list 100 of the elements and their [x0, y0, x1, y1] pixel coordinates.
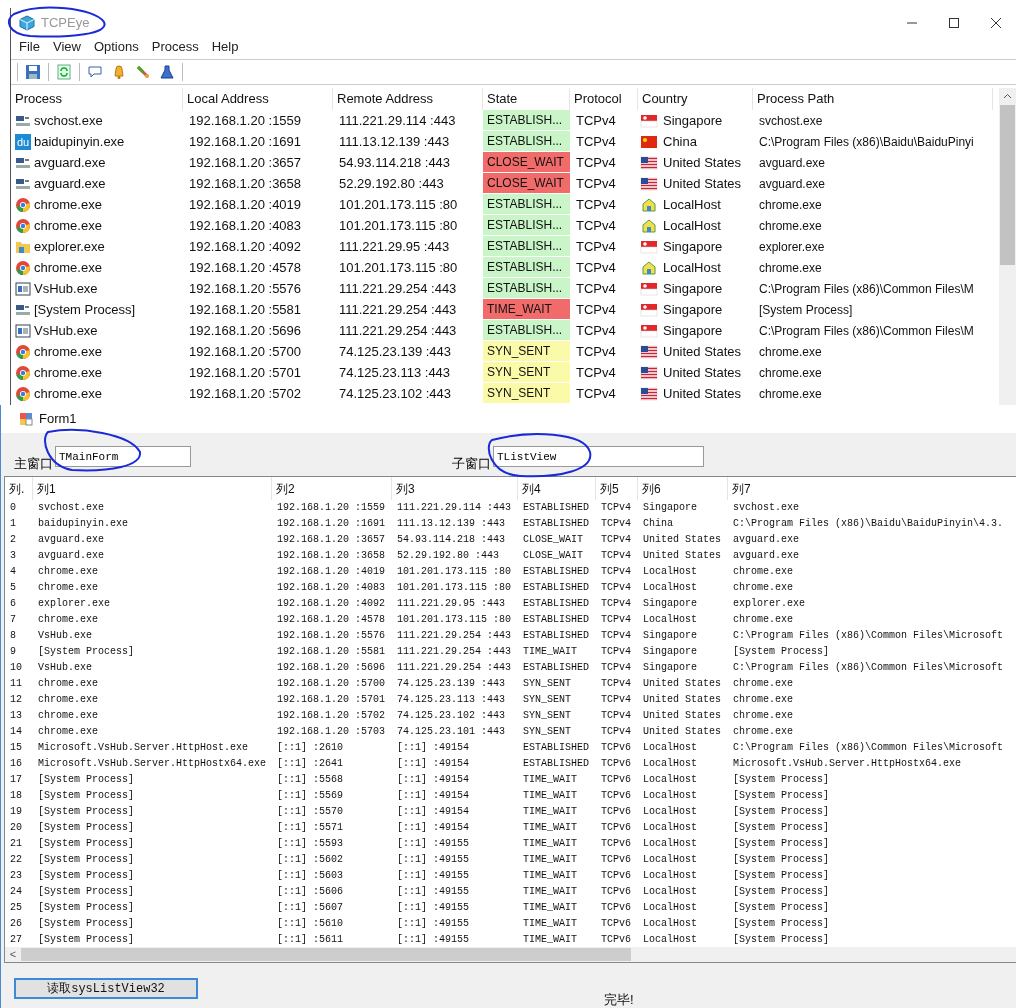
- table-cell-text: TCPv6: [600, 917, 632, 931]
- table-cell-text: TCPv4: [600, 725, 632, 739]
- table-cell-text: TCPv4: [600, 629, 632, 643]
- process-name: chrome.exe: [34, 258, 102, 277]
- table-cell-text: TCPv6: [600, 773, 632, 787]
- column-header[interactable]: Remote Address: [333, 88, 483, 110]
- scrollbar-thumb[interactable]: [1000, 105, 1015, 265]
- table-cell-text: LocalHost: [642, 837, 698, 851]
- process-name: VsHub.exe: [34, 321, 98, 340]
- table-cell-text: [::1] :49154: [396, 741, 470, 755]
- column-header[interactable]: Local Address: [183, 88, 333, 110]
- table-cell-text: 101.201.173.115 :80: [338, 216, 459, 235]
- table-cell-text: TCPv4: [575, 111, 617, 130]
- state-cell: ESTABLISH...: [483, 131, 570, 152]
- country-name: United States: [663, 174, 742, 193]
- bell-icon: [111, 64, 127, 80]
- table-cell-text: TCPv6: [600, 901, 632, 915]
- column-header[interactable]: Country: [638, 88, 753, 110]
- table-cell-text: 3: [9, 549, 17, 563]
- flask-button[interactable]: [158, 63, 176, 81]
- column-header[interactable]: 列3: [392, 477, 518, 500]
- table-cell-text: svchost.exe: [732, 501, 800, 515]
- menu-item[interactable]: Process: [151, 37, 199, 57]
- table-cell-text: 111.221.29.254 :443: [338, 300, 458, 319]
- table-cell-text: chrome.exe: [758, 196, 823, 214]
- table-cell-text: 74.125.23.139 :443: [396, 677, 507, 691]
- table-cell-text: LocalHost: [642, 885, 698, 899]
- save-icon: [25, 64, 41, 80]
- table-cell-text: chrome.exe: [732, 709, 794, 723]
- column-header[interactable]: Protocol: [570, 88, 638, 110]
- table-cell-text: ESTABLISHED: [522, 629, 590, 643]
- state-cell: TIME_WAIT: [483, 299, 570, 320]
- column-header[interactable]: 列.: [5, 477, 33, 500]
- scrollbar-thumb[interactable]: [21, 948, 631, 961]
- table-cell-text: 192.168.1.20 :3657: [188, 153, 303, 172]
- table-cell-text: TCPv4: [575, 300, 617, 319]
- table-cell-text: TCPv6: [600, 789, 632, 803]
- flag-icon: [640, 302, 658, 317]
- table-cell-text: chrome.exe: [732, 725, 794, 739]
- table-cell-text: 111.221.29.95 :443: [338, 237, 451, 256]
- table-cell-text: TCPv4: [575, 153, 617, 172]
- table-cell-text: 15: [9, 741, 23, 755]
- table-cell-text: 111.13.12.139 :443: [338, 132, 451, 151]
- table-cell-text: [::1] :5568: [276, 773, 344, 787]
- text-field[interactable]: TListView: [493, 446, 704, 467]
- table-cell-text: chrome.exe: [758, 364, 823, 382]
- chrome-icon: [15, 217, 31, 234]
- table-cell-text: 192.168.1.20 :4083: [188, 216, 303, 235]
- menu-item[interactable]: Help: [211, 37, 239, 57]
- column-header[interactable]: 列2: [272, 477, 392, 500]
- table-cell-text: LocalHost: [642, 741, 698, 755]
- menu-item[interactable]: Options: [93, 37, 139, 57]
- table-cell-text: Singapore: [642, 645, 698, 659]
- column-header[interactable]: Process: [11, 88, 183, 110]
- table-cell-text: chrome.exe: [37, 581, 99, 595]
- table-cell-text: 52.29.192.80 :443: [396, 549, 501, 563]
- column-header[interactable]: 列4: [518, 477, 596, 500]
- column-header[interactable]: Process Path: [753, 88, 993, 110]
- menu-item[interactable]: File: [19, 37, 40, 57]
- column-header[interactable]: 列6: [638, 477, 728, 500]
- process-name: [System Process]: [34, 300, 136, 319]
- table-cell-text: TCPv4: [575, 216, 617, 235]
- refresh-button[interactable]: [55, 63, 73, 81]
- table-cell-text: TIME_WAIT: [522, 885, 578, 899]
- flag-icon: [640, 155, 658, 170]
- table-cell-text: chrome.exe: [37, 565, 99, 579]
- table-cell-text: TIME_WAIT: [522, 789, 578, 803]
- table-cell-text: 101.201.173.115 :80: [338, 195, 459, 214]
- table-cell-text: chrome.exe: [37, 613, 99, 627]
- column-header[interactable]: 列7: [728, 477, 1016, 500]
- table-cell-text: United States: [642, 533, 722, 547]
- flag-icon: [640, 134, 658, 149]
- save-button[interactable]: [24, 63, 42, 81]
- state-cell: SYN_SENT: [483, 341, 570, 362]
- column-header[interactable]: 列1: [33, 477, 272, 500]
- table-cell-text: [System Process]: [37, 821, 135, 835]
- flag-icon: [640, 344, 658, 359]
- table-cell-text: 6: [9, 597, 17, 611]
- table-cell-text: Microsoft.VsHub.Server.HttpHostx64.exe: [732, 757, 963, 771]
- scroll-left-button[interactable]: <: [5, 946, 21, 962]
- flag-icon: [640, 323, 658, 338]
- plug-button[interactable]: [134, 63, 152, 81]
- text-field[interactable]: TMainForm: [55, 446, 191, 467]
- country-name: China: [663, 132, 697, 151]
- table-cell-text: 8: [9, 629, 17, 643]
- table-cell-text: TCPv6: [600, 853, 632, 867]
- table-cell-text: TIME_WAIT: [522, 917, 578, 931]
- read-button[interactable]: 读取sysListView32: [14, 978, 198, 999]
- table-cell-text: TCPv4: [575, 384, 617, 403]
- chrome-icon: [15, 259, 31, 276]
- process-name: chrome.exe: [34, 216, 102, 235]
- table-cell-text: C:\Program Files (x86)\Common Files\Microsoft: [732, 629, 1005, 643]
- column-header[interactable]: 列5: [596, 477, 638, 500]
- table-cell-text: TIME_WAIT: [522, 645, 578, 659]
- process-name: chrome.exe: [34, 342, 102, 361]
- speech-bubble-icon: [87, 64, 103, 80]
- flag-icon: [640, 386, 658, 401]
- menu-item[interactable]: View: [52, 37, 81, 57]
- table-cell-text: TCPv6: [600, 869, 632, 883]
- table-cell-text: avguard.exe: [37, 549, 105, 563]
